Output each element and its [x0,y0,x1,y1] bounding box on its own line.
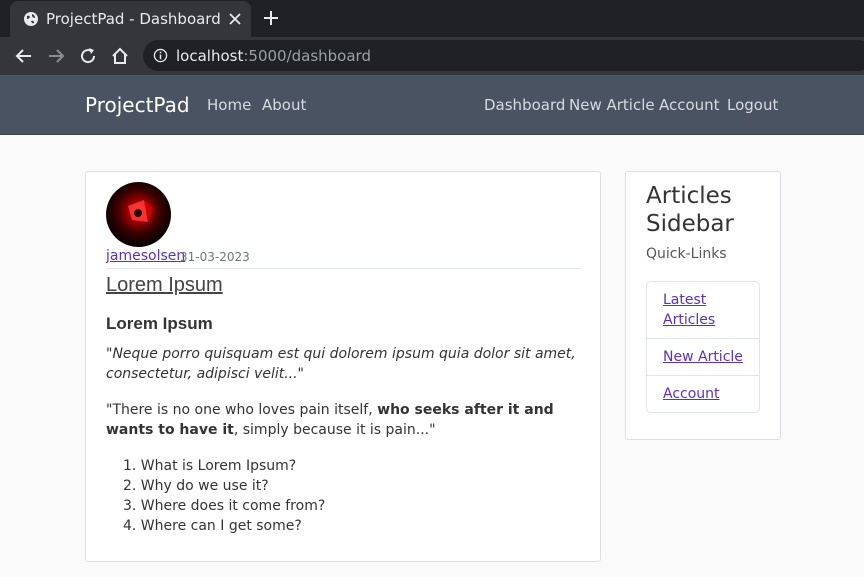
nav-dashboard[interactable]: Dashboard [484,96,565,114]
address-bar[interactable]: localhost:5000/dashboard [143,40,864,71]
nav-new-article[interactable]: New Article [569,96,655,114]
url-text: localhost:5000/dashboard [176,47,371,65]
tab-title: ProjectPad - Dashboard [46,10,221,28]
brand-link[interactable]: ProjectPad [85,93,190,117]
nav-logout[interactable]: Logout [727,96,778,114]
avatar-image [128,200,153,222]
url-host: localhost [176,47,244,65]
list-item: 4. Where can I get some? [123,518,302,534]
divider [106,268,581,269]
nav-about[interactable]: About [262,96,306,114]
article-quote: "Neque porro quisquam est qui dolorem ip… [106,346,576,382]
article-paragraph: "There is no one who loves pain itself, … [106,400,576,440]
sidebar-links: Latest Articles New Article Account [646,281,760,413]
close-icon[interactable] [227,11,243,27]
url-path: :5000/dashboard [243,47,371,65]
nav-home[interactable]: Home [207,96,251,114]
globe-icon [24,12,38,26]
article-list: 1. What is Lorem Ipsum? 2. Why do we use… [123,456,325,536]
plus-icon[interactable] [263,10,279,26]
list-item: 1. What is Lorem Ipsum? [123,458,297,474]
list-item: 3. Where does it come from? [123,498,326,514]
browser-toolbar: localhost:5000/dashboard [0,37,864,75]
article-card: jamesolsen 31-03-2023 Lorem Ipsum Lorem … [85,171,601,562]
info-icon[interactable] [153,48,168,63]
page: ProjectPad Home About Dashboard New Arti… [0,75,864,577]
sidebar-subtitle: Quick-Links [646,246,727,262]
paragraph-end: , simply because it is pain..." [233,422,436,438]
sidebar-title: Articles Sidebar [646,183,734,237]
reload-icon[interactable] [78,46,98,66]
sidebar-link-account[interactable]: Account [647,376,759,412]
article-title-link[interactable]: Lorem Ipsum [106,274,223,297]
author-link[interactable]: jamesolsen [106,248,185,264]
browser-tabbar: ProjectPad - Dashboard [0,0,864,37]
sidebar-link-latest-articles[interactable]: Latest Articles [647,282,759,339]
nav-account[interactable]: Account [659,96,720,114]
post-date: 31-03-2023 [180,250,250,264]
avatar [106,182,171,247]
forward-arrow-icon[interactable] [46,46,66,66]
browser-tab[interactable]: ProjectPad - Dashboard [10,1,251,37]
sidebar-card: Articles Sidebar Quick-Links Latest Arti… [625,171,781,440]
list-item: 2. Why do we use it? [123,478,269,494]
sidebar-link-new-article[interactable]: New Article [647,339,759,376]
paragraph-start: "There is no one who loves pain itself, [106,402,378,418]
back-arrow-icon[interactable] [14,46,34,66]
article-heading: Lorem Ipsum [106,314,213,333]
home-icon[interactable] [110,46,130,66]
site-navbar: ProjectPad Home About Dashboard New Arti… [0,75,864,135]
